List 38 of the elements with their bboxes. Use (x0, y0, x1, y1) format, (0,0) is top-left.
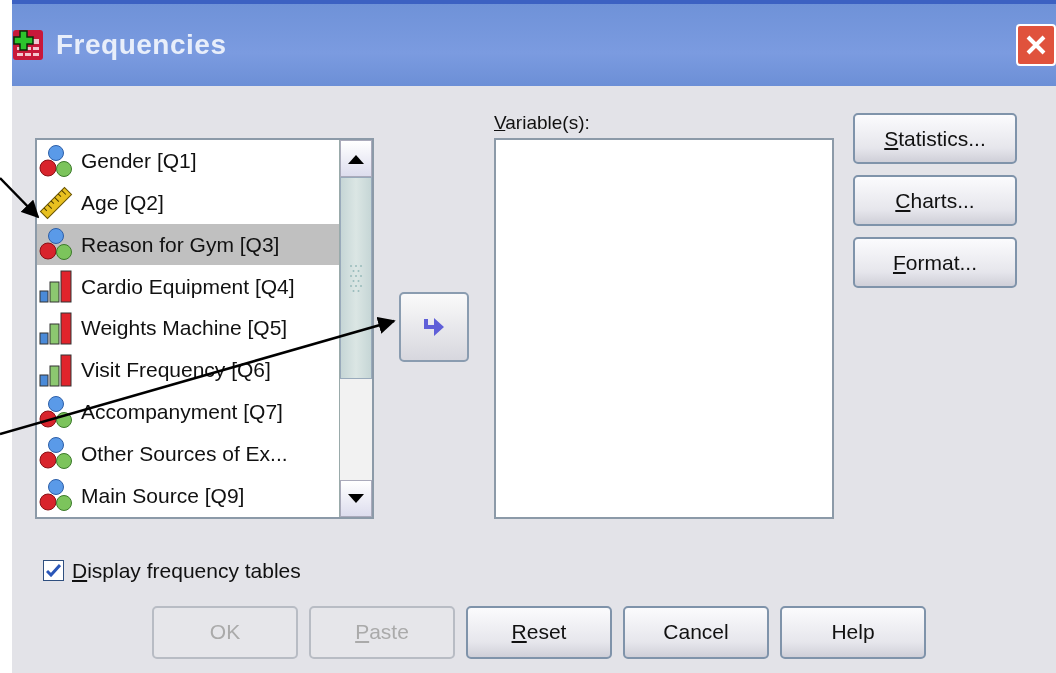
dialog-button[interactable]: Reset (466, 605, 612, 659)
list-item[interactable]: Cardio Equipment [Q4] (37, 265, 339, 308)
move-button[interactable] (399, 292, 469, 362)
arrow-icon (422, 316, 446, 338)
variables-list[interactable] (494, 138, 834, 519)
annotation-arrow (0, 177, 40, 219)
scrollbar[interactable] (339, 140, 372, 517)
list-item[interactable]: Other Sources of Ex... (37, 432, 339, 475)
dialog-button[interactable]: Format... (853, 237, 1017, 288)
dialog-button[interactable]: Statistics... (853, 113, 1017, 164)
scroll-up-icon[interactable] (348, 153, 364, 164)
scroll-down-icon[interactable] (348, 493, 364, 504)
list-item[interactable]: Age [Q2] (37, 181, 339, 224)
bar-chart-icon (39, 352, 73, 387)
list-item[interactable]: Reason for Gym [Q3] (37, 223, 339, 266)
checkbox-label: Display frequency tables (72, 558, 301, 584)
ball-group-icon (39, 227, 73, 262)
ball-group-icon (39, 478, 73, 513)
variables-label: Variable(s): (494, 112, 591, 135)
scroll-thumb[interactable] (340, 177, 372, 379)
close-button[interactable] (1016, 24, 1056, 66)
list-item[interactable]: Weights Machine [Q5] (37, 307, 339, 349)
dialog-button[interactable]: Charts... (853, 175, 1017, 226)
ball-group-icon (39, 394, 73, 429)
list-item[interactable]: Main Source [Q9] (37, 474, 339, 517)
ball-group-icon (39, 143, 73, 178)
checkbox[interactable] (43, 560, 64, 582)
bar-chart-icon (39, 269, 73, 304)
ball-group-icon (39, 436, 73, 471)
window-title: Frequencies (56, 28, 227, 62)
bar-chart-icon (39, 311, 73, 346)
list-item[interactable]: Gender [Q1] (37, 140, 339, 182)
dialog-button[interactable]: Cancel (623, 605, 769, 659)
dialog-button[interactable]: Help (780, 605, 926, 659)
list-item[interactable]: Accompanyment [Q7] (37, 390, 339, 433)
app-icon (12, 29, 44, 61)
close-icon (1025, 34, 1047, 56)
grip-icon (349, 264, 363, 292)
